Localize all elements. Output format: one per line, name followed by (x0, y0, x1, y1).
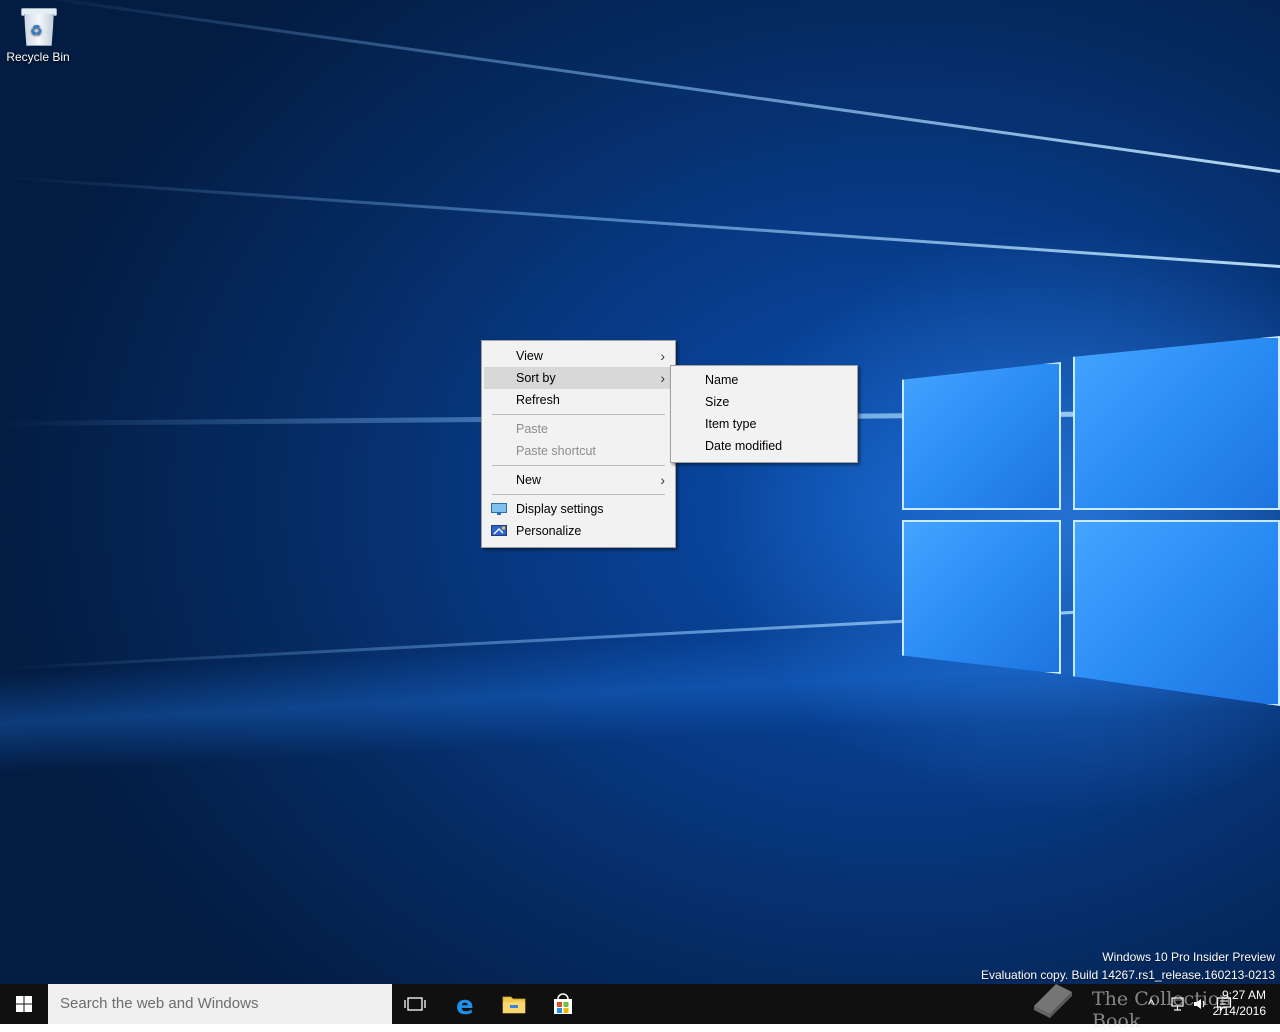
start-button[interactable] (0, 984, 48, 1024)
sort-option-date-modified[interactable]: Date modified (673, 435, 855, 457)
task-view-button[interactable] (392, 984, 440, 1024)
menu-item-paste-shortcut: Paste shortcut (484, 440, 673, 462)
light-beam (3, 175, 1280, 268)
menu-item-personalize[interactable]: Personalize (484, 520, 673, 542)
store-icon (554, 993, 572, 1014)
menu-item-sort-by[interactable]: Sort by › (484, 367, 673, 389)
submenu-item-label: Date modified (705, 439, 783, 453)
brand-text: The Collection Book (1092, 988, 1232, 1032)
sort-option-name[interactable]: Name (673, 369, 855, 391)
menu-separator (492, 494, 665, 495)
menu-item-label: View (516, 349, 543, 363)
sort-by-submenu: Name Size Item type Date modified (670, 365, 858, 463)
menu-item-label: Paste (516, 422, 548, 436)
personalize-icon (491, 525, 507, 536)
submenu-item-label: Name (705, 373, 739, 387)
file-explorer-taskbar-button[interactable] (490, 984, 538, 1024)
edge-taskbar-button[interactable]: e (442, 984, 490, 1024)
menu-item-display-settings[interactable]: Display settings (484, 498, 673, 520)
logo-pane-bottom-right (1073, 520, 1280, 706)
menu-item-label: Personalize (516, 524, 582, 538)
sort-option-size[interactable]: Size (673, 391, 855, 413)
logo-pane-top-right (1073, 336, 1280, 510)
recycle-bin-label: Recycle Bin (6, 50, 70, 64)
light-beam (12, 0, 1280, 173)
menu-item-label: New (516, 473, 542, 487)
desktop-context-menu: View › Sort by › Refresh Paste Paste sho… (481, 340, 676, 548)
menu-item-label: Sort by (516, 371, 556, 385)
chevron-right-icon: › (660, 370, 665, 386)
search-input[interactable]: Search the web and Windows (48, 984, 392, 1024)
recycle-bin-icon: ♻ (21, 6, 57, 46)
windows-logo-icon (16, 996, 32, 1012)
search-placeholder: Search the web and Windows (60, 995, 259, 1012)
recycle-bin-desktop-icon[interactable]: ♻ Recycle Bin (2, 6, 74, 64)
display-settings-icon (491, 503, 507, 515)
menu-item-paste: Paste (484, 418, 673, 440)
chevron-right-icon: › (660, 348, 665, 364)
sort-option-item-type[interactable]: Item type (673, 413, 855, 435)
edge-icon: e (456, 991, 474, 1021)
menu-item-new[interactable]: New › (484, 469, 673, 491)
brand-watermark: The Collection Book (1030, 976, 1280, 1032)
watermark-edition: Windows 10 Pro Insider Preview (1102, 950, 1275, 964)
file-explorer-icon (502, 996, 526, 1014)
menu-item-refresh[interactable]: Refresh (484, 389, 673, 411)
logo-pane-bottom-left (902, 520, 1061, 674)
book-logo-icon (1034, 984, 1072, 1018)
submenu-item-label: Size (705, 395, 730, 409)
menu-separator (492, 465, 665, 466)
svg-text:e: e (456, 991, 474, 1021)
menu-item-view[interactable]: View › (484, 345, 673, 367)
logo-pane-top-left (902, 362, 1061, 510)
store-taskbar-button[interactable] (539, 984, 587, 1024)
menu-separator (492, 414, 665, 415)
task-view-icon (404, 997, 426, 1011)
menu-item-label: Paste shortcut (516, 444, 596, 458)
submenu-item-label: Item type (705, 417, 757, 431)
menu-item-label: Refresh (516, 393, 560, 407)
menu-item-label: Display settings (516, 502, 604, 516)
chevron-right-icon: › (660, 472, 665, 488)
